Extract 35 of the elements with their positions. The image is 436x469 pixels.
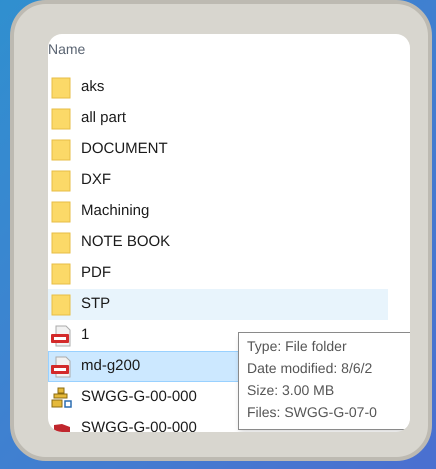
- folder-icon: [51, 200, 71, 222]
- file-row[interactable]: Machining: [48, 196, 388, 227]
- file-row[interactable]: NOTE BOOK: [48, 227, 388, 258]
- file-row[interactable]: aks: [48, 72, 388, 103]
- file-name: NOTE BOOK: [81, 232, 170, 252]
- file-row[interactable]: all part: [48, 103, 388, 134]
- file-row[interactable]: DXF: [48, 165, 388, 196]
- file-name: STP: [81, 294, 110, 314]
- tooltip-line: Files: SWGG-G-07-0: [247, 403, 378, 422]
- file-name: DOCUMENT: [81, 139, 168, 160]
- file-name: SWGG-G-00-000: [81, 387, 197, 408]
- file-row[interactable]: STP: [48, 289, 388, 320]
- file-name: 1: [81, 325, 90, 346]
- folder-icon: [51, 232, 71, 254]
- file-name: aks: [81, 77, 104, 98]
- folder-icon: [51, 138, 71, 160]
- folder-icon: [51, 294, 71, 316]
- tooltip-line: Size: 3.00 MB: [247, 381, 336, 400]
- file-name: all part: [81, 108, 126, 128]
- file-name: PDF: [81, 263, 111, 284]
- folder-icon: [51, 170, 71, 192]
- part-icon: [51, 422, 73, 432]
- folder-icon: [51, 262, 71, 284]
- file-row[interactable]: PDF: [48, 258, 388, 289]
- file-name: md-g200: [81, 356, 140, 376]
- tooltip-line: Date modified: 8/6/2: [247, 359, 374, 378]
- file-name: Machining: [81, 201, 150, 222]
- folder-icon: [51, 108, 71, 130]
- assembly-icon: [51, 386, 73, 408]
- pdf-file-icon: [51, 324, 73, 346]
- folder-icon: [51, 76, 71, 98]
- file-row[interactable]: DOCUMENT: [48, 134, 388, 165]
- file-name: DXF: [81, 170, 111, 190]
- column-header[interactable]: Name: [48, 38, 86, 60]
- pdf-file-icon: [51, 356, 73, 378]
